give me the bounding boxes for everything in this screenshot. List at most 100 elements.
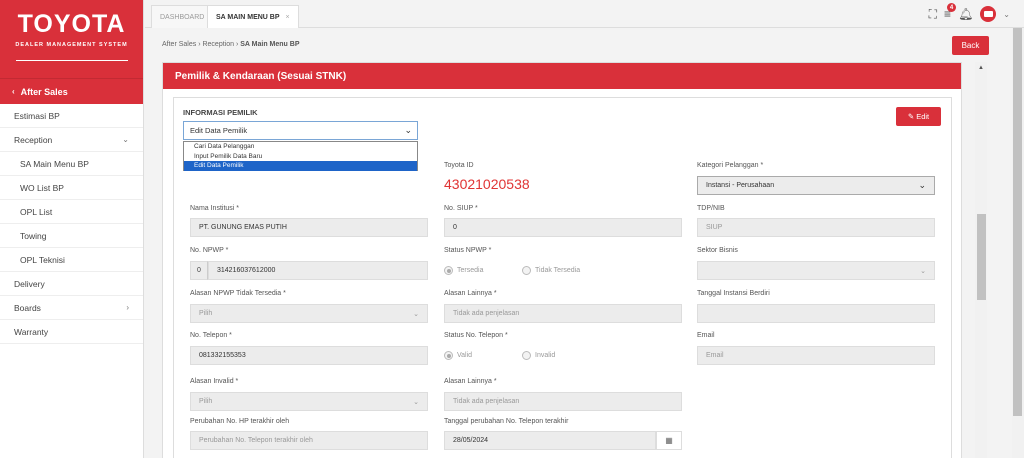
sidebar-item-opl-list[interactable]: OPL List	[0, 200, 143, 224]
sidebar-item-wo-list-bp[interactable]: WO List BP	[0, 176, 143, 200]
chevron-down-icon: ⌄	[918, 180, 926, 190]
breadcrumb-reception[interactable]: Reception	[202, 41, 234, 48]
chevron-down-icon[interactable]: ⌄	[1003, 10, 1010, 19]
edit-button[interactable]: ✎ Edit	[896, 107, 941, 126]
alasan-npwp-label: Alasan NPWP Tidak Tersedia *	[190, 290, 286, 297]
sidebar-item-boards[interactable]: Boards ›	[0, 296, 143, 320]
tdp-input[interactable]: SIUP	[697, 218, 935, 237]
brand-divider	[15, 60, 128, 61]
sidebar: TOYOTA DEALER MANAGEMENT SYSTEM ‹ After …	[0, 0, 144, 458]
npwp-input[interactable]: 314216037612000	[208, 261, 428, 280]
radio-tidak-tersedia[interactable]: Tidak Tersedia	[522, 266, 580, 275]
fullscreen-icon[interactable]: ⛶	[929, 7, 937, 22]
owner-action-select[interactable]: Edit Data Pemilik ⌄	[183, 121, 418, 140]
select-value: Edit Data Pemilik	[190, 126, 248, 135]
sidebar-item-sa-main-menu-bp[interactable]: SA Main Menu BP	[0, 152, 143, 176]
calendar-icon[interactable]: ▦	[656, 431, 682, 450]
edit-button-label: Edit	[916, 112, 930, 121]
status-telepon-label: Status No. Telepon *	[444, 332, 508, 339]
sektor-bisnis-select[interactable]: ⌄	[697, 261, 935, 280]
alasan-invalid-select[interactable]: Pilih ⌄	[190, 392, 428, 411]
tab-sa-main-menu-bp[interactable]: SA MAIN MENU BP ×	[207, 5, 299, 28]
radio-valid[interactable]: Valid	[444, 351, 472, 360]
tab-label: SA MAIN MENU BP	[216, 13, 280, 21]
sidebar-item-label: SA Main Menu BP	[20, 158, 89, 169]
alasan-lainnya-2-label: Alasan Lainnya *	[444, 378, 497, 385]
siup-input[interactable]: 0	[444, 218, 682, 237]
sidebar-item-reception[interactable]: Reception ⌄	[0, 128, 143, 152]
sidebar-item-warranty[interactable]: Warranty	[0, 320, 143, 344]
bell-icon[interactable]: 🔔︎	[958, 7, 973, 21]
radio-label: Tidak Tersedia	[535, 267, 581, 274]
tab-dashboard[interactable]: DASHBOARD	[151, 5, 214, 28]
tanggal-perubahan-input[interactable]: 28/05/2024	[444, 431, 656, 450]
sidebar-item-delivery[interactable]: Delivery	[0, 272, 143, 296]
scroll-up-icon[interactable]: ▲	[978, 65, 984, 71]
back-button[interactable]: Back	[952, 36, 989, 55]
sektor-bisnis-label: Sektor Bisnis	[697, 247, 738, 254]
breadcrumb: After Sales › Reception › SA Main Menu B…	[162, 41, 300, 48]
toyota-id-label: Toyota ID	[444, 162, 474, 169]
alasan-lainnya-label: Alasan Lainnya *	[444, 290, 497, 297]
notification-count-badge: 4	[947, 3, 957, 12]
sidebar-item-label: OPL List	[20, 206, 53, 217]
nama-institusi-input[interactable]: PT. GUNUNG EMAS PUTIH	[190, 218, 428, 237]
sidebar-section-after-sales[interactable]: ‹ After Sales	[0, 78, 143, 104]
npwp-prefix: 0	[190, 261, 208, 280]
sidebar-item-label: WO List BP	[20, 182, 64, 193]
alasan-lainnya-input[interactable]: Tidak ada penjelasan	[444, 304, 682, 323]
radio-tersedia[interactable]: Tersedia	[444, 266, 483, 275]
dropdown-option-cari[interactable]: Cari Data Pelanggan	[184, 142, 417, 152]
chevron-down-icon: ⌄	[920, 267, 926, 275]
sidebar-nav: Estimasi BP Reception ⌄ SA Main Menu BP W…	[0, 104, 143, 344]
nama-institusi-label: Nama Institusi *	[190, 205, 240, 212]
brand-header: TOYOTA DEALER MANAGEMENT SYSTEM	[0, 0, 143, 78]
toyota-logo: TOYOTA	[17, 10, 126, 38]
email-label: Email	[697, 332, 715, 339]
perubahan-hp-label: Perubahan No. HP terakhir oleh	[190, 418, 290, 425]
radio-label: Invalid	[535, 352, 556, 359]
top-bar: DASHBOARD SA MAIN MENU BP × ⛶ ≡ 4 🔔︎ ⌄	[145, 0, 1024, 28]
menu-icon[interactable]: ≡ 4	[944, 3, 957, 21]
chevron-down-icon: ⌄	[404, 125, 412, 135]
radio-dot	[444, 351, 453, 360]
tanggal-instansi-input[interactable]	[697, 304, 935, 323]
breadcrumb-current: SA Main Menu BP	[240, 41, 300, 48]
perubahan-hp-input[interactable]: Perubahan No. Telepon terakhir oleh	[190, 431, 428, 450]
dropdown-option-input[interactable]: Input Pemilik Data Baru	[184, 152, 417, 162]
alasan-npwp-select[interactable]: Pilih ⌄	[190, 304, 428, 323]
tdp-label: TDP/NIB	[697, 205, 725, 212]
select-placeholder: Pilih	[199, 310, 213, 317]
chevron-down-icon: ⌄	[413, 310, 419, 318]
tanggal-perubahan-label: Tanggal perubahan No. Telepon terakhir	[444, 418, 569, 425]
alasan-invalid-label: Alasan Invalid *	[190, 378, 239, 385]
dropdown-option-edit[interactable]: Edit Data Pemilik	[184, 161, 417, 171]
toyota-id-value: 43021020538	[444, 176, 530, 192]
telepon-input[interactable]: 081332155353	[190, 346, 428, 365]
sidebar-item-label: Reception	[14, 134, 53, 145]
tanggal-instansi-label: Tanggal Instansi Berdiri	[697, 290, 770, 297]
sidebar-section-label: After Sales	[20, 86, 68, 97]
sidebar-item-estimasi-bp[interactable]: Estimasi BP	[0, 104, 143, 128]
radio-dot	[444, 266, 453, 275]
tab-label: DASHBOARD	[160, 13, 205, 21]
radio-dot	[522, 266, 531, 275]
panel-title: Pemilik & Kendaraan (Sesuai STNK)	[163, 63, 961, 89]
radio-invalid[interactable]: Invalid	[522, 351, 555, 360]
kategori-select[interactable]: Instansi - Perusahaan ⌄	[697, 176, 935, 195]
chevron-left-icon: ‹	[12, 87, 15, 96]
panel-scroll-thumb[interactable]	[977, 214, 986, 300]
telepon-label: No. Telepon *	[190, 332, 232, 339]
close-icon[interactable]: ×	[286, 14, 290, 21]
alasan-lainnya-2-input[interactable]: Tidak ada penjelasan	[444, 392, 682, 411]
sidebar-item-towing[interactable]: Towing	[0, 224, 143, 248]
sidebar-item-opl-teknisi[interactable]: OPL Teknisi	[0, 248, 143, 272]
breadcrumb-after-sales[interactable]: After Sales	[162, 41, 196, 48]
sidebar-item-label: Boards	[14, 302, 41, 313]
page-scroll-thumb[interactable]	[1013, 28, 1022, 416]
sidebar-item-label: OPL Teknisi	[20, 254, 65, 265]
avatar[interactable]	[980, 6, 997, 22]
sidebar-item-label: Towing	[20, 230, 47, 241]
select-placeholder: Pilih	[199, 398, 213, 405]
email-input[interactable]: Email	[697, 346, 935, 365]
